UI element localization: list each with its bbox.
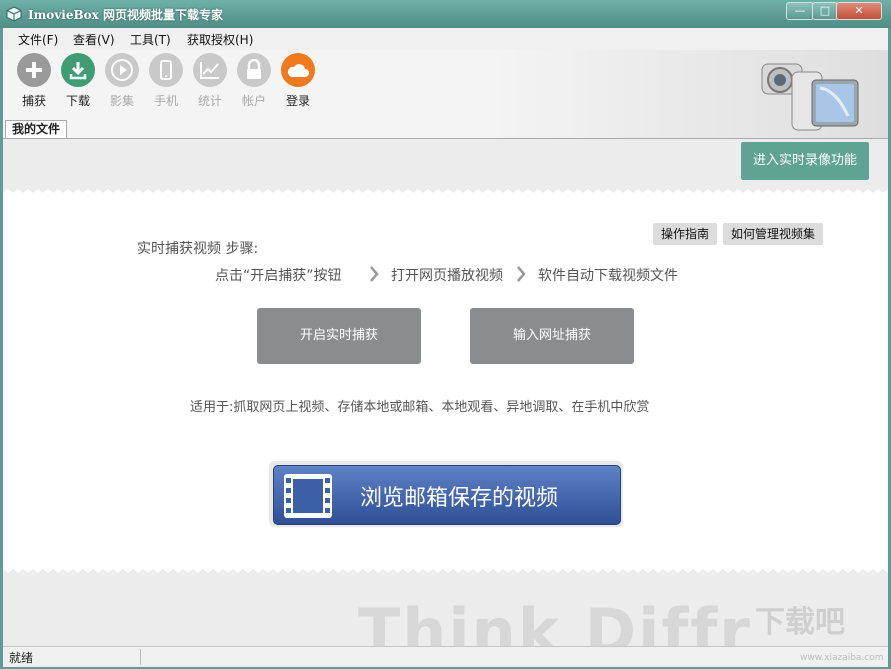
- film-strip-icon: [284, 474, 332, 518]
- account-tool-button[interactable]: 帐户: [234, 53, 274, 109]
- browse-mail-videos-button[interactable]: 浏览邮箱保存的视频: [269, 461, 623, 527]
- main-content: 进入实时录像功能 操作指南 如何管理视频集 实时捕获视频 步骤: 点击“开启捕获…: [3, 139, 888, 646]
- phone-tool-button[interactable]: 手机: [146, 53, 186, 109]
- step-1: 点击“开启捕获”按钮: [215, 265, 342, 285]
- plus-icon: [17, 53, 51, 87]
- tab-my-files[interactable]: 我的文件: [5, 120, 67, 138]
- capture-tool-button[interactable]: 捕获: [14, 53, 54, 109]
- menu-bar: 文件(F) 查看(V) 工具(T) 获取授权(H): [3, 28, 888, 50]
- menu-tools[interactable]: 工具(T): [130, 31, 171, 48]
- maximize-button[interactable]: □: [812, 2, 838, 20]
- step-3: 软件自动下载视频文件: [538, 265, 678, 285]
- lock-icon: [237, 53, 271, 87]
- divider-zigzag-bottom: [3, 569, 888, 577]
- cloud-icon: [281, 53, 315, 87]
- status-text: 就绪: [9, 649, 33, 666]
- chevron-right-icon: [516, 265, 526, 283]
- stats-tool-label: 统计: [190, 92, 230, 109]
- album-tool-button[interactable]: 影集: [102, 53, 142, 109]
- step-2: 打开网页播放视频: [391, 265, 503, 285]
- url-capture-button[interactable]: 输入网址捕获: [470, 308, 634, 364]
- status-separator: [140, 649, 141, 665]
- stats-tool-button[interactable]: 统计: [190, 53, 230, 109]
- divider-zigzag-top: [3, 185, 888, 193]
- realtime-record-button[interactable]: 进入实时录像功能: [741, 142, 869, 180]
- minimize-button[interactable]: —: [786, 2, 814, 20]
- manage-collection-button[interactable]: 如何管理视频集: [723, 223, 823, 245]
- client-area: 文件(F) 查看(V) 工具(T) 获取授权(H) 捕获 下载: [3, 28, 888, 666]
- download-tool-button[interactable]: 下载: [58, 53, 98, 109]
- steps-title: 实时捕获视频 步骤:: [137, 238, 258, 258]
- chevron-right-icon: [369, 265, 379, 283]
- phone-tool-label: 手机: [146, 92, 186, 109]
- menu-license[interactable]: 获取授权(H): [187, 31, 253, 48]
- usage-text: 适用于:抓取网页上视频、存储本地或邮箱、本地观看、异地调取、在手机中欣赏: [190, 396, 649, 415]
- app-box-icon: [6, 6, 22, 22]
- login-tool-button[interactable]: 登录: [278, 53, 318, 109]
- play-icon: [105, 53, 139, 87]
- album-tool-label: 影集: [102, 92, 142, 109]
- chart-icon: [193, 53, 227, 87]
- capture-tool-label: 捕获: [14, 92, 54, 109]
- browse-mail-videos-label: 浏览邮箱保存的视频: [360, 480, 558, 512]
- menu-file[interactable]: 文件(F): [18, 31, 58, 48]
- phone-icon: [149, 53, 183, 87]
- menu-view[interactable]: 查看(V): [73, 31, 115, 48]
- site-watermark-url: www.xiazaiba.com: [800, 653, 884, 663]
- start-capture-button[interactable]: 开启实时捕获: [257, 308, 421, 364]
- status-bar: 就绪: [3, 646, 888, 667]
- app-window: ImovieBox 网页视频批量下载专家 — □ ✕ 文件(F) 查看(V) 工…: [0, 0, 891, 669]
- operation-guide-button[interactable]: 操作指南: [653, 223, 717, 245]
- browse-mail-videos-face: 浏览邮箱保存的视频: [273, 465, 621, 525]
- title-bar[interactable]: ImovieBox 网页视频批量下载专家 — □ ✕: [0, 0, 891, 28]
- window-title: ImovieBox 网页视频批量下载专家: [28, 6, 223, 23]
- close-button[interactable]: ✕: [836, 2, 882, 20]
- download-icon: [61, 53, 95, 87]
- site-watermark: 下载吧: [755, 597, 845, 641]
- top-band: 进入实时录像功能: [3, 139, 888, 189]
- background-slogan: Think Diffr: [358, 595, 752, 646]
- login-tool-label: 登录: [278, 92, 318, 109]
- account-tool-label: 帐户: [234, 92, 274, 109]
- tab-strip: 我的文件: [3, 120, 888, 139]
- download-tool-label: 下载: [58, 92, 98, 109]
